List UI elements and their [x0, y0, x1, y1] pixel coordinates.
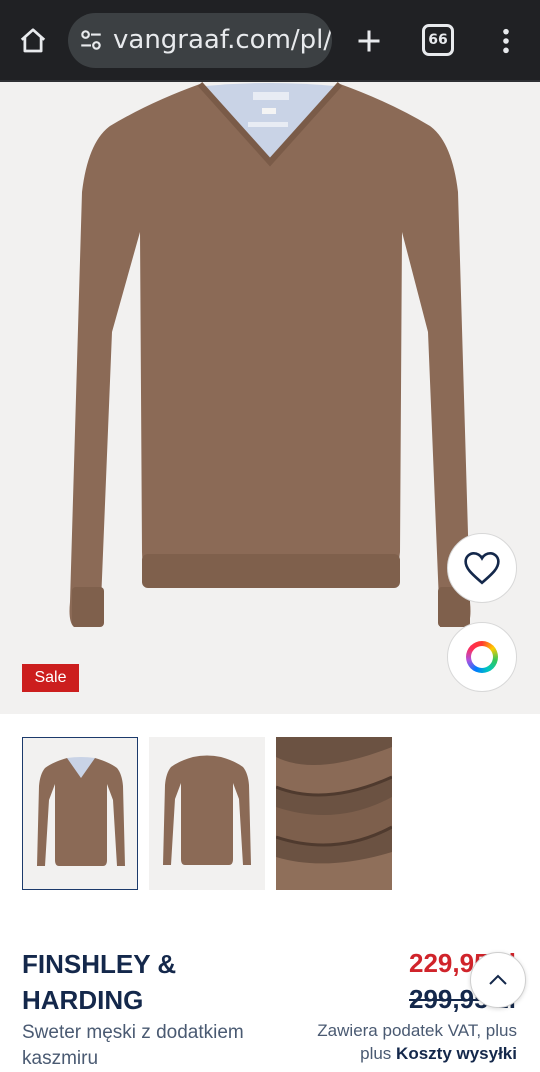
plus-icon[interactable]	[348, 20, 390, 62]
thumbnail-back[interactable]	[149, 737, 265, 890]
tab-switcher-icon[interactable]: 66	[422, 24, 454, 56]
product-description: Sweter męski z dodatkiem kaszmiru	[22, 1022, 244, 1069]
thumbnail-back-image	[163, 755, 251, 865]
more-vert-icon[interactable]	[490, 20, 522, 62]
color-variants-button[interactable]	[447, 622, 517, 692]
shipping-link[interactable]: Koszty wysyłki	[396, 1044, 517, 1063]
tune-icon[interactable]	[76, 25, 106, 55]
thumbnail-front-image	[37, 757, 125, 866]
home-icon[interactable]	[12, 20, 54, 62]
address-bar[interactable]: vangraaf.com/pl/	[68, 13, 332, 68]
sale-badge: Sale	[22, 664, 79, 692]
thumbnail-fabric-image	[276, 747, 392, 890]
chevron-up-icon	[489, 974, 507, 985]
scroll-to-top-button[interactable]	[470, 952, 526, 1008]
color-wheel-icon	[466, 641, 498, 673]
product-brand[interactable]: FINSHLEY & HARDING	[22, 946, 272, 1018]
vat-text: Zawiera podatek VAT, plus	[317, 1021, 517, 1040]
thumbnail-front[interactable]	[22, 737, 138, 890]
product-image[interactable]: Sale	[0, 82, 540, 714]
wishlist-button[interactable]	[447, 533, 517, 603]
vat-info: Zawiera podatek VAT, plus plus Koszty wy…	[277, 1019, 517, 1065]
heart-icon	[464, 551, 500, 585]
thumbnail-fabric[interactable]	[276, 737, 392, 890]
shipping-prefix: plus	[360, 1044, 392, 1063]
url-text[interactable]: vangraaf.com/pl/	[113, 25, 332, 55]
sweater-front-image	[69, 82, 471, 627]
browser-toolbar: vangraaf.com/pl/ 66	[0, 0, 540, 82]
